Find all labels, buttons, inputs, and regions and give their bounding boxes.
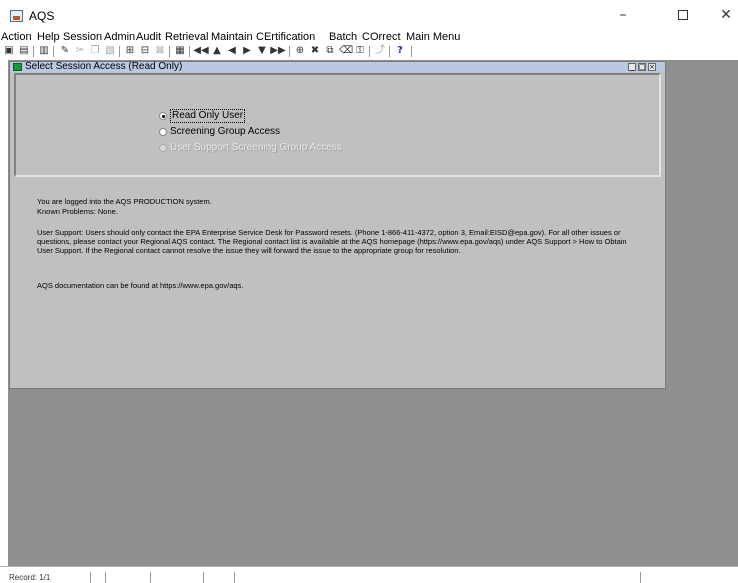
next-set-icon[interactable]: ▼	[256, 45, 268, 57]
form-maximize-button[interactable]: □	[638, 63, 646, 71]
delete-record-icon[interactable]: ✖	[309, 45, 321, 57]
menu-correct[interactable]: COrrect	[362, 31, 401, 43]
menu-admin[interactable]: Admin	[104, 31, 135, 43]
first-record-icon[interactable]: ◀◀	[193, 45, 209, 57]
status-cell	[203, 572, 204, 583]
print-icon[interactable]: ▤	[18, 45, 30, 57]
toolbar-separator	[119, 46, 120, 57]
radio-button[interactable]	[159, 128, 167, 136]
form-title: Select Session Access (Read Only)	[25, 61, 183, 72]
access-options-group	[14, 73, 661, 177]
window-title: AQS	[29, 9, 55, 23]
execute-query-icon[interactable]: ⊟	[139, 45, 151, 57]
user-support-message: User Support: Users should only contact …	[37, 228, 627, 255]
maximize-button[interactable]	[663, 4, 703, 26]
menu-maintain[interactable]: Maintain	[211, 31, 253, 43]
cut-icon[interactable]: ✂	[74, 45, 86, 57]
form-icon	[13, 63, 22, 71]
toolbar-separator	[169, 46, 170, 57]
toolbar-separator	[389, 46, 390, 57]
radio-button[interactable]	[159, 112, 167, 120]
toolbar-separator	[53, 46, 54, 57]
prev-set-icon[interactable]: ▲	[211, 45, 223, 57]
duplicate-record-icon[interactable]: ⧉	[324, 45, 336, 57]
list-icon[interactable]: ▦	[174, 45, 186, 57]
maximize-icon	[678, 10, 688, 20]
status-cell	[150, 572, 151, 583]
status-cell	[234, 572, 235, 583]
lock-icon[interactable]: ⚿	[354, 45, 366, 57]
radio-label: Read Only User	[170, 109, 246, 123]
menu-session[interactable]: Session	[63, 31, 102, 43]
menu-action[interactable]: Action	[1, 31, 32, 43]
edit-icon[interactable]: ✎	[59, 45, 71, 57]
status-bar: Record: 1/1	[0, 566, 738, 583]
status-cell	[640, 572, 641, 583]
copy-icon[interactable]: ❐	[89, 45, 101, 57]
menu-retrieval[interactable]: Retrieval	[165, 31, 208, 43]
title-bar: AQS – ✕	[0, 0, 738, 30]
prev-record-icon[interactable]: ◀	[226, 45, 238, 57]
radio-button	[159, 144, 167, 152]
form-close-button[interactable]: ×	[648, 63, 656, 71]
menu-help[interactable]: Help	[37, 31, 60, 43]
status-cell	[90, 572, 91, 583]
insert-record-icon[interactable]: ⊕	[294, 45, 306, 57]
toolbar-separator	[369, 46, 370, 57]
toolbar: ▣ ▤ ▥ ✎ ✂ ❐ ▧ ⊞ ⊟ ⊠ ▦ ◀◀ ▲ ◀ ▶ ▼ ▶▶ ⊕ ✖ …	[0, 45, 738, 59]
menu-certification[interactable]: CErtification	[256, 31, 315, 43]
help-icon[interactable]: ?	[394, 45, 406, 57]
minimize-button[interactable]: –	[603, 4, 643, 26]
next-record-icon[interactable]: ▶	[241, 45, 253, 57]
java-app-icon	[10, 10, 23, 22]
last-record-icon[interactable]: ▶▶	[270, 45, 286, 57]
toolbar-separator	[289, 46, 290, 57]
app-window: AQS – ✕ Action Help Session Admin Audit …	[0, 0, 738, 583]
status-cell	[105, 572, 106, 583]
toolbar-separator	[189, 46, 190, 57]
paste-icon[interactable]: ▧	[104, 45, 116, 57]
form-minimize-button[interactable]: _	[628, 63, 636, 71]
help-hint-icon[interactable]: ⤴	[374, 45, 386, 57]
radio-label: User Support Screening Group Access	[170, 142, 342, 153]
form-title-bar: Select Session Access (Read Only) _ □ ×	[10, 62, 665, 72]
record-indicator: Record: 1/1	[9, 573, 51, 582]
menu-main-menu[interactable]: Main Menu	[406, 31, 460, 43]
save-icon[interactable]: ▣	[3, 45, 15, 57]
system-message: You are logged into the AQS PRODUCTION s…	[37, 197, 212, 206]
known-problems-message: Known Problems: None.	[37, 207, 118, 216]
toolbar-separator	[411, 46, 412, 57]
radio-label: Screening Group Access	[170, 126, 281, 137]
documentation-message: AQS documentation can be found at https:…	[37, 281, 244, 290]
clear-icon[interactable]: ⌫	[339, 45, 353, 57]
menu-audit[interactable]: Audit	[136, 31, 161, 43]
close-button[interactable]: ✕	[706, 4, 738, 26]
cancel-query-icon[interactable]: ⊠	[154, 45, 166, 57]
exit-icon[interactable]: ▥	[38, 45, 50, 57]
toolbar-separator	[33, 46, 34, 57]
query-icon[interactable]: ⊞	[124, 45, 136, 57]
menu-bar: Action Help Session Admin Audit Retrieva…	[0, 31, 738, 44]
menu-batch[interactable]: Batch	[329, 31, 357, 43]
session-access-window: Select Session Access (Read Only) _ □ × …	[9, 61, 666, 389]
